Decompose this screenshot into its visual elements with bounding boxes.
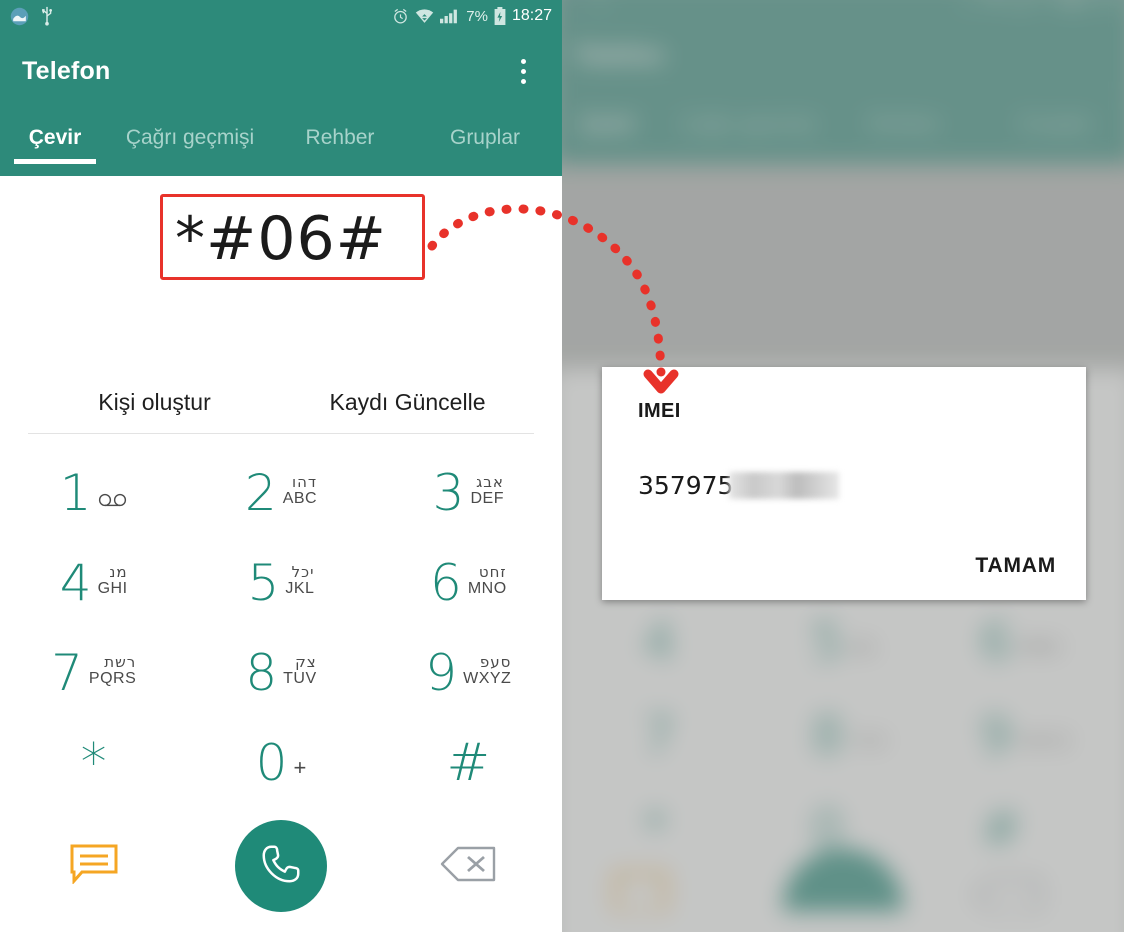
plus-sign-icon: + (293, 755, 307, 780)
app-bar: Telefon (0, 32, 562, 110)
backspace-icon (440, 846, 496, 887)
key-star-digit: * (80, 733, 107, 793)
key-2[interactable]: 2 דהו ABC (187, 448, 374, 538)
key-4-digit: 4 (59, 554, 92, 612)
battery-percent-label: 7% (466, 7, 488, 25)
key-5[interactable]: 5 יכל JKL (187, 538, 374, 628)
imei-value: 357975 (638, 471, 840, 500)
left-phone-screen: 7% 18:27 Telefon Çevir Çağrı geçmişi Reh… (0, 0, 562, 932)
right-phone-screen: 7% 18:31 Telefon Çevir Çağrı geçmişi Reh… (562, 0, 1124, 932)
screenshot-root: 7% 18:27 Telefon Çevir Çağrı geçmişi Reh… (0, 0, 1124, 932)
key-8-digit: 8 (245, 644, 278, 702)
key-4-hebrew: מנ (109, 563, 128, 581)
key-7[interactable]: 7 רשת PQRS (0, 628, 187, 718)
call-handset-icon (258, 841, 304, 892)
message-button[interactable] (0, 844, 187, 889)
key-8[interactable]: 8 צק TUV (187, 628, 374, 718)
key-9-hebrew: סעפ (479, 653, 512, 671)
voicemail-icon (98, 467, 128, 507)
dial-display: *#06# (0, 176, 562, 372)
key-1-digit: 1 (59, 464, 92, 522)
key-1[interactable]: 1 (0, 448, 187, 538)
tab-cagri-gecmisi[interactable]: Çağrı geçmişi (110, 126, 270, 166)
key-2-hebrew: דהו (292, 473, 318, 491)
key-8-latin: TUV (283, 669, 317, 687)
key-6[interactable]: 6 זחט MNO (375, 538, 562, 628)
key-2-digit: 2 (244, 464, 277, 522)
bottom-action-bar (0, 808, 562, 924)
key-4-latin: GHI (97, 579, 128, 597)
key-7-hebrew: רשת (104, 653, 137, 671)
imei-value-prefix: 357975 (638, 471, 734, 500)
imei-redacted-blur (729, 472, 840, 499)
key-4[interactable]: 4 מנ GHI (0, 538, 187, 628)
page-title: Telefon (22, 56, 111, 85)
key-6-latin: MNO (467, 579, 507, 597)
key-5-latin: JKL (285, 579, 315, 597)
key-7-digit: 7 (51, 644, 83, 702)
create-contact-button[interactable]: Kişi oluştur (28, 389, 281, 416)
alarm-icon (392, 8, 409, 25)
imei-dialog-title: IMEI (638, 400, 681, 422)
quick-actions-row: Kişi oluştur Kaydı Güncelle (28, 372, 534, 434)
key-9-latin: WXYZ (463, 669, 512, 687)
status-bar-left-icons (10, 6, 55, 26)
key-6-hebrew: זחט (478, 563, 507, 581)
keypad-row-2: 4 מנ GHI 5 יכל JKL 6 זחט MNO (0, 538, 562, 628)
key-5-digit: 5 (247, 554, 280, 612)
key-8-hebrew: צק (295, 653, 317, 671)
key-star[interactable]: * (0, 718, 187, 808)
status-bar: 7% 18:27 (0, 0, 562, 32)
key-7-latin: PQRS (88, 669, 137, 687)
tab-gruplar[interactable]: Gruplar (410, 126, 560, 166)
signal-icon (440, 8, 460, 24)
wifi-icon (415, 8, 434, 25)
key-hash-digit: # (446, 733, 491, 793)
key-3-digit: 3 (432, 464, 465, 522)
keypad-row-1: 1 2 דהו ABC 3 אבג DEF (0, 448, 562, 538)
backspace-button[interactable] (375, 846, 562, 887)
tab-rehber[interactable]: Rehber (270, 126, 410, 166)
key-3[interactable]: 3 אבג DEF (375, 448, 562, 538)
clock-label: 18:27 (511, 7, 552, 24)
keypad-row-3: 7 רשת PQRS 8 צק TUV 9 סעפ WXYZ (0, 628, 562, 718)
tab-cevir[interactable]: Çevir (0, 126, 110, 166)
key-0-digit: 0 (255, 734, 288, 792)
key-2-latin: ABC (282, 489, 318, 507)
usb-icon (39, 6, 55, 26)
imei-ok-button[interactable]: TAMAM (975, 554, 1056, 578)
dialed-number-field[interactable]: *#06# (0, 204, 562, 274)
key-3-latin: DEF (470, 489, 504, 507)
keypad-row-4: * 0 + # (0, 718, 562, 808)
call-fab[interactable] (234, 820, 327, 912)
key-5-hebrew: יכל (291, 563, 315, 581)
call-button[interactable] (187, 820, 374, 912)
overflow-menu-icon[interactable] (506, 51, 540, 91)
imei-dialog: IMEI 357975 TAMAM (602, 367, 1086, 600)
key-9[interactable]: 9 סעפ WXYZ (375, 628, 562, 718)
key-3-hebrew: אבג (476, 473, 504, 491)
key-9-digit: 9 (425, 644, 458, 702)
message-icon (70, 844, 118, 889)
key-0[interactable]: 0 + (187, 718, 374, 808)
update-contact-button[interactable]: Kaydı Güncelle (281, 389, 534, 416)
tab-bar: Çevir Çağrı geçmişi Rehber Gruplar (0, 110, 562, 176)
status-bar-right-icons: 7% 18:27 (392, 7, 552, 25)
key-6-digit: 6 (430, 554, 462, 612)
keypad: 1 2 דהו ABC 3 אבג DEF 4 מנ GHI 5 יכל JKL… (0, 434, 562, 808)
app-notification-icon (10, 7, 29, 26)
key-hash[interactable]: # (375, 718, 562, 808)
battery-icon (494, 7, 506, 25)
